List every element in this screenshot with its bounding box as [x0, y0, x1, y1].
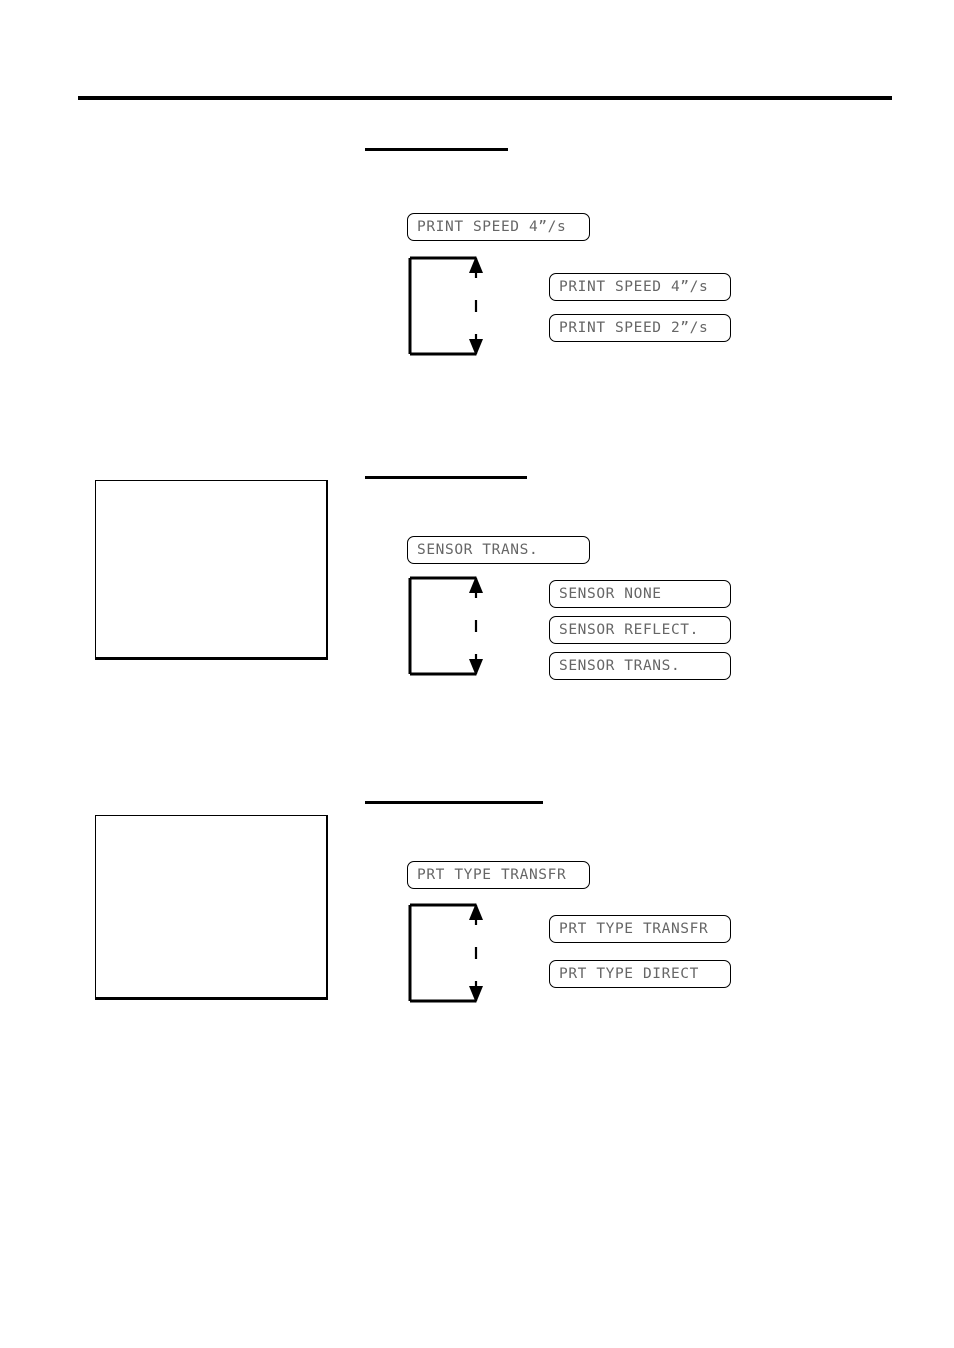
selection-bracket-print-type — [408, 903, 483, 1003]
note-box-sensor — [95, 480, 328, 660]
option-print-speed-1[interactable]: PRINT SPEED 2”/s — [549, 314, 731, 342]
document-page: PRINT SPEED 4”/s PRINT SPEED 4”/s PRINT … — [0, 0, 954, 1348]
section-underline-sensor — [365, 476, 527, 479]
selection-bracket-print-speed — [408, 256, 483, 356]
option-print-type-1[interactable]: PRT TYPE DIRECT — [549, 960, 731, 988]
option-sensor-2[interactable]: SENSOR TRANS. — [549, 652, 731, 680]
section-underline-print-speed — [365, 148, 508, 151]
current-value-print-type: PRT TYPE TRANSFR — [407, 861, 590, 889]
selection-bracket-sensor — [408, 576, 483, 676]
option-sensor-0[interactable]: SENSOR NONE — [549, 580, 731, 608]
option-print-speed-0[interactable]: PRINT SPEED 4”/s — [549, 273, 731, 301]
note-box-print-type — [95, 815, 328, 1000]
current-value-sensor: SENSOR TRANS. — [407, 536, 590, 564]
option-print-type-0[interactable]: PRT TYPE TRANSFR — [549, 915, 731, 943]
section-underline-print-type — [365, 801, 543, 804]
current-value-print-speed: PRINT SPEED 4”/s — [407, 213, 590, 241]
header-rule — [78, 96, 892, 100]
option-sensor-1[interactable]: SENSOR REFLECT. — [549, 616, 731, 644]
